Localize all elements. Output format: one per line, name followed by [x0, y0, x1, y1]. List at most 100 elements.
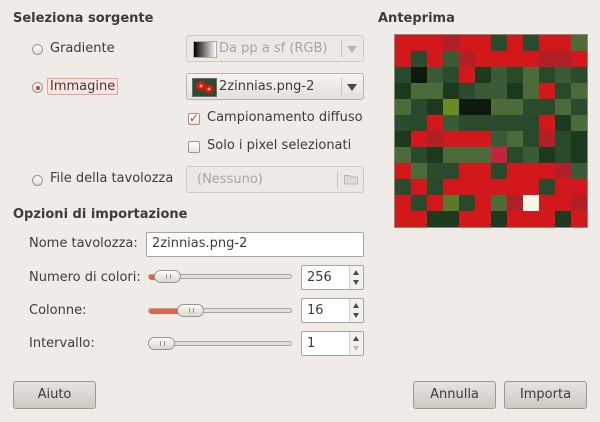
- image-radio[interactable]: [32, 82, 43, 93]
- palette-swatch: [523, 83, 539, 99]
- spin-up-icon[interactable]: [353, 336, 359, 341]
- palette-swatch: [523, 179, 539, 195]
- sample-merged-label[interactable]: Campionamento diffuso: [207, 110, 363, 125]
- palette-swatch: [427, 51, 443, 67]
- palette-swatch: [475, 35, 491, 51]
- gradient-radio[interactable]: [32, 44, 43, 55]
- palette-swatch: [395, 147, 411, 163]
- columns-slider[interactable]: [148, 308, 292, 314]
- palette-file-value: (Nessuno): [197, 172, 263, 187]
- spin-down-icon[interactable]: [353, 280, 359, 285]
- palette-swatch: [459, 115, 475, 131]
- gradient-combo[interactable]: Da pp a sf (RGB): [186, 35, 364, 62]
- help-button[interactable]: Aiuto: [13, 381, 96, 409]
- palette-swatch: [395, 195, 411, 211]
- gradient-combo-value: Da pp a sf (RGB): [219, 41, 328, 56]
- palette-swatch: [491, 195, 507, 211]
- palette-swatch: [395, 131, 411, 147]
- spin-up-icon[interactable]: [353, 270, 359, 275]
- palette-swatch: [395, 179, 411, 195]
- palette-swatch: [443, 83, 459, 99]
- palette-swatch: [459, 195, 475, 211]
- image-label[interactable]: Immagine: [47, 78, 119, 95]
- palette-swatch: [491, 179, 507, 195]
- import-button[interactable]: Importa: [504, 381, 587, 409]
- palette-swatch: [411, 179, 427, 195]
- palette-swatch: [491, 35, 507, 51]
- interval-spin[interactable]: 1: [301, 331, 364, 356]
- palette-swatch: [443, 51, 459, 67]
- palette-swatch: [427, 67, 443, 83]
- palette-file-radio[interactable]: [32, 175, 43, 186]
- palette-file-label[interactable]: File della tavolozza: [50, 171, 173, 186]
- palette-swatch: [491, 163, 507, 179]
- palette-swatch: [491, 211, 507, 227]
- folder-icon: [344, 174, 358, 185]
- palette-swatch: [395, 115, 411, 131]
- palette-swatch: [443, 99, 459, 115]
- palette-swatch: [539, 163, 555, 179]
- num-colors-slider-handle[interactable]: [154, 270, 181, 283]
- palette-swatch: [443, 115, 459, 131]
- interval-slider-handle[interactable]: [148, 337, 175, 350]
- palette-swatch: [523, 131, 539, 147]
- source-heading: Seleziona sorgente: [13, 11, 154, 26]
- palette-swatch: [491, 99, 507, 115]
- palette-swatch: [523, 163, 539, 179]
- num-colors-value: 256: [307, 270, 332, 285]
- palette-swatch: [539, 179, 555, 195]
- spin-down-icon[interactable]: [353, 346, 359, 351]
- sample-merged-checkbox[interactable]: [188, 111, 200, 125]
- palette-swatch: [523, 67, 539, 83]
- palette-swatch: [411, 163, 427, 179]
- palette-swatch: [475, 115, 491, 131]
- selected-pixels-label[interactable]: Solo i pixel selezionati: [207, 138, 351, 153]
- palette-swatch: [443, 35, 459, 51]
- palette-swatch: [555, 211, 571, 227]
- num-colors-spin[interactable]: 256: [301, 265, 364, 290]
- palette-swatch: [571, 211, 587, 227]
- palette-swatch: [491, 67, 507, 83]
- palette-swatch: [459, 179, 475, 195]
- palette-swatch: [571, 35, 587, 51]
- palette-swatch: [427, 35, 443, 51]
- palette-swatch: [555, 35, 571, 51]
- palette-swatch: [507, 99, 523, 115]
- palette-swatch: [571, 115, 587, 131]
- palette-swatch: [523, 211, 539, 227]
- palette-swatch: [459, 131, 475, 147]
- palette-swatch: [539, 147, 555, 163]
- palette-swatch: [555, 195, 571, 211]
- palette-swatch: [507, 83, 523, 99]
- columns-spin[interactable]: 16: [301, 298, 364, 323]
- palette-swatch: [411, 195, 427, 211]
- palette-swatch: [571, 83, 587, 99]
- columns-value: 16: [307, 303, 324, 318]
- palette-swatch: [555, 83, 571, 99]
- palette-swatch: [459, 35, 475, 51]
- palette-swatch: [427, 179, 443, 195]
- palette-swatch: [411, 83, 427, 99]
- spin-down-icon[interactable]: [353, 313, 359, 318]
- palette-swatch: [459, 51, 475, 67]
- palette-swatch: [523, 147, 539, 163]
- columns-slider-handle[interactable]: [177, 304, 204, 317]
- palette-swatch: [395, 211, 411, 227]
- columns-label: Colonne:: [29, 303, 87, 318]
- palette-swatch: [491, 115, 507, 131]
- palette-swatch: [507, 67, 523, 83]
- palette-swatch: [555, 115, 571, 131]
- gradient-label[interactable]: Gradiente: [50, 41, 115, 56]
- palette-swatch: [491, 83, 507, 99]
- palette-swatch: [539, 99, 555, 115]
- palette-swatch: [571, 131, 587, 147]
- palette-swatch: [539, 195, 555, 211]
- cancel-button[interactable]: Annulla: [413, 381, 496, 409]
- palette-swatch: [555, 51, 571, 67]
- palette-swatch: [411, 147, 427, 163]
- image-combo[interactable]: 2zinnias.png-2: [186, 73, 364, 100]
- palette-name-field[interactable]: 2zinnias.png-2: [146, 232, 364, 257]
- palette-file-chooser[interactable]: (Nessuno): [186, 166, 364, 193]
- selected-pixels-checkbox[interactable]: [188, 141, 200, 153]
- spin-up-icon[interactable]: [353, 303, 359, 308]
